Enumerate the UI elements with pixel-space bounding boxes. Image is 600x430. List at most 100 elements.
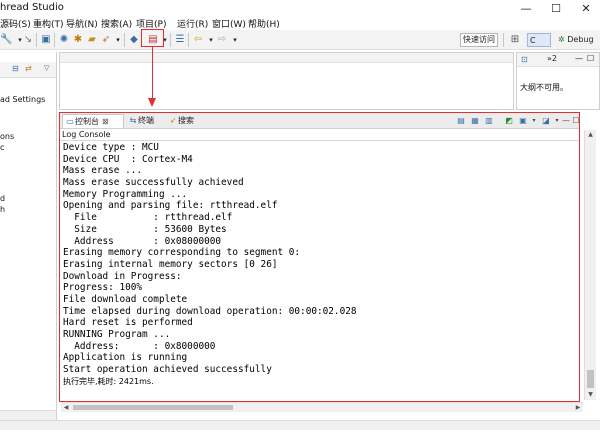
pin-console-icon[interactable]: ◩ xyxy=(504,116,514,126)
menu-source[interactable]: 源码(S) xyxy=(0,17,31,30)
link-with-editor-icon[interactable]: ⇄ xyxy=(25,64,32,73)
console-line: Hard reset is performed xyxy=(63,317,193,329)
download-icon[interactable]: ◆ xyxy=(128,34,140,46)
display-console-icon[interactable]: ▣ xyxy=(518,116,528,126)
forward-arrow-icon[interactable]: ⇨ xyxy=(216,34,228,46)
annotation-highlight-box xyxy=(141,29,164,47)
toolbar-separator xyxy=(170,33,171,47)
scroll-left-icon[interactable]: ◀ xyxy=(61,403,71,412)
scrollbar-thumb[interactable] xyxy=(587,370,594,388)
perspective-c-button[interactable]: C xyxy=(527,33,551,47)
main-toolbar: 🔧 ▾ ↘ ▣ ✺ ✱ ▰ ➶ ▾ ◆ ▤ ▾ ☰ ⇦ ▾ ⇨ ▾ 快速访问 ⊞… xyxy=(0,30,600,50)
tab-console-label: 控制台 xyxy=(75,117,99,126)
list-icon[interactable]: ☰ xyxy=(174,34,186,46)
console-line: Time elapsed during download operation: … xyxy=(63,305,357,317)
word-wrap-icon[interactable]: ▥ xyxy=(484,116,494,126)
close-button[interactable]: ✕ xyxy=(572,0,600,16)
scrollbar-thumb[interactable] xyxy=(73,405,233,410)
chevron-down-icon[interactable]: ▾ xyxy=(229,34,241,46)
minimize-button[interactable]: — xyxy=(512,0,540,16)
maximize-view-icon[interactable]: ☐ xyxy=(587,54,594,63)
tree-item[interactable]: ad Settings xyxy=(0,95,45,104)
console-line: Progress: 100% xyxy=(63,282,143,294)
tree-item[interactable]: d xyxy=(0,194,5,203)
console-line: RUNNING Program ... xyxy=(63,329,171,340)
folder-icon[interactable]: ▰ xyxy=(86,34,98,46)
perspective-debug-button[interactable]: ✲ Debug xyxy=(556,33,596,47)
vertical-scrollbar[interactable]: ▲ ▼ xyxy=(584,130,596,400)
console-view: ▭控制台 ⊠ ⇆ 终端 ➶ 搜索 ▤ ▦ ▥ ◩ ▣ ▾ ◪ ▾ — ☐ Log Co… xyxy=(59,112,580,402)
menu-navigate[interactable]: 导航(N) xyxy=(66,17,98,30)
outline-header: ⊡ »2 — ☐ xyxy=(517,53,599,67)
console-line: Size : 53600 Bytes xyxy=(63,223,227,235)
horizontal-scrollbar[interactable]: ◀ ▶ xyxy=(61,402,583,412)
menu-search[interactable]: 搜索(A) xyxy=(101,17,132,30)
menu-refactor[interactable]: 重构(T) xyxy=(33,17,64,30)
console-separator xyxy=(60,140,579,141)
tab-terminal[interactable]: ⇆ 终端 xyxy=(126,114,166,128)
toolbar-separator xyxy=(54,33,55,47)
bug-icon: ✲ xyxy=(558,35,565,44)
console-line: Memory Programming ... xyxy=(63,188,188,200)
menu-bar: 源码(S) 重构(T) 导航(N) 搜索(A) 项目(P) 运行(R) 窗口(W… xyxy=(0,16,600,30)
project-explorer-panel: ⊟ ⇄ ▽ ad Settings ons c d h xyxy=(0,52,57,420)
save-icon[interactable]: ▣ xyxy=(40,34,52,46)
editor-tab-strip xyxy=(60,53,513,63)
clear-console-icon[interactable]: ▤ xyxy=(456,116,466,126)
maximize-button[interactable]: ☐ xyxy=(542,0,570,16)
gear-icon[interactable]: ✺ xyxy=(58,34,70,46)
view-menu-icon[interactable]: ▽ xyxy=(44,64,49,72)
tree-item[interactable]: ons xyxy=(0,132,14,141)
bug-icon[interactable]: ✱ xyxy=(72,34,84,46)
tab-search[interactable]: ➶ 搜索 xyxy=(166,114,206,128)
menu-window[interactable]: 窗口(W) xyxy=(212,17,246,30)
console-line: Erasing internal memory sectors [0 26] xyxy=(63,258,278,270)
console-line: Mass erase ... xyxy=(63,165,143,177)
outline-panel: ⊡ »2 — ☐ 大纲不可用。 xyxy=(516,52,600,110)
console-line: Application is running xyxy=(63,352,188,364)
annotation-arrow-line xyxy=(152,47,153,99)
minimize-view-icon[interactable]: — xyxy=(575,54,583,63)
console-line: Download in Progress: xyxy=(63,270,182,282)
terminal-icon: ⇆ xyxy=(129,116,137,125)
more-tabs-counter[interactable]: »2 xyxy=(547,54,557,63)
console-line: File : rtthread.elf xyxy=(63,212,233,224)
tab-console[interactable]: ▭控制台 ⊠ xyxy=(62,114,124,128)
perspective-debug-label: Debug xyxy=(567,35,594,44)
chevron-down-icon[interactable]: ▾ xyxy=(529,116,539,126)
open-perspective-icon[interactable]: ⊞ xyxy=(509,34,521,46)
scroll-up-icon[interactable]: ▲ xyxy=(585,130,596,140)
menu-run[interactable]: 运行(R) xyxy=(177,17,208,30)
toolbar-separator xyxy=(36,33,37,47)
rocket-icon[interactable]: ➶ xyxy=(100,34,112,46)
minimize-view-icon[interactable]: — xyxy=(561,116,571,126)
horizontal-scrollbar[interactable] xyxy=(0,410,56,420)
tab-search-label: 搜索 xyxy=(178,116,194,125)
console-tab-bar: ▭控制台 ⊠ ⇆ 终端 ➶ 搜索 ▤ ▦ ▥ ◩ ▣ ▾ ◪ ▾ — ☐ xyxy=(60,113,581,129)
wrench-icon[interactable]: 🔧 xyxy=(0,34,12,46)
scroll-lock-icon[interactable]: ▦ xyxy=(470,116,480,126)
outline-message: 大纲不可用。 xyxy=(520,83,568,92)
console-icon: ▭ xyxy=(66,117,74,126)
menu-help[interactable]: 帮助(H) xyxy=(248,17,280,30)
link-icon[interactable]: ↘ xyxy=(22,34,34,46)
console-line: Device type : MCU xyxy=(63,142,159,153)
tree-item[interactable]: c xyxy=(0,143,4,152)
console-output[interactable]: Device type : MCU Device CPU : Cortex-M4… xyxy=(63,142,573,392)
close-icon[interactable]: ⊠ xyxy=(102,117,109,126)
tree-item[interactable]: h xyxy=(0,205,5,214)
quick-access-field[interactable]: 快速访问 xyxy=(460,33,498,47)
back-arrow-icon[interactable]: ⇦ xyxy=(192,34,204,46)
toolbar-separator xyxy=(503,33,504,47)
console-line: File download complete xyxy=(63,293,188,305)
collapse-all-icon[interactable]: ⊟ xyxy=(12,64,19,73)
console-line: Device CPU : Cortex-M4 xyxy=(63,153,193,165)
title-bar: hread Studio — ☐ ✕ xyxy=(0,0,600,16)
open-console-icon[interactable]: ◪ xyxy=(541,116,551,126)
console-line: Opening and parsing file: rtthread.elf xyxy=(63,200,278,212)
scroll-down-icon[interactable]: ▼ xyxy=(585,390,596,400)
chevron-down-icon[interactable]: ▾ xyxy=(112,34,124,46)
maximize-view-icon[interactable]: ☐ xyxy=(571,116,581,126)
scroll-right-icon[interactable]: ▶ xyxy=(573,403,583,412)
outline-tab-icon[interactable]: ⊡ xyxy=(521,55,528,64)
